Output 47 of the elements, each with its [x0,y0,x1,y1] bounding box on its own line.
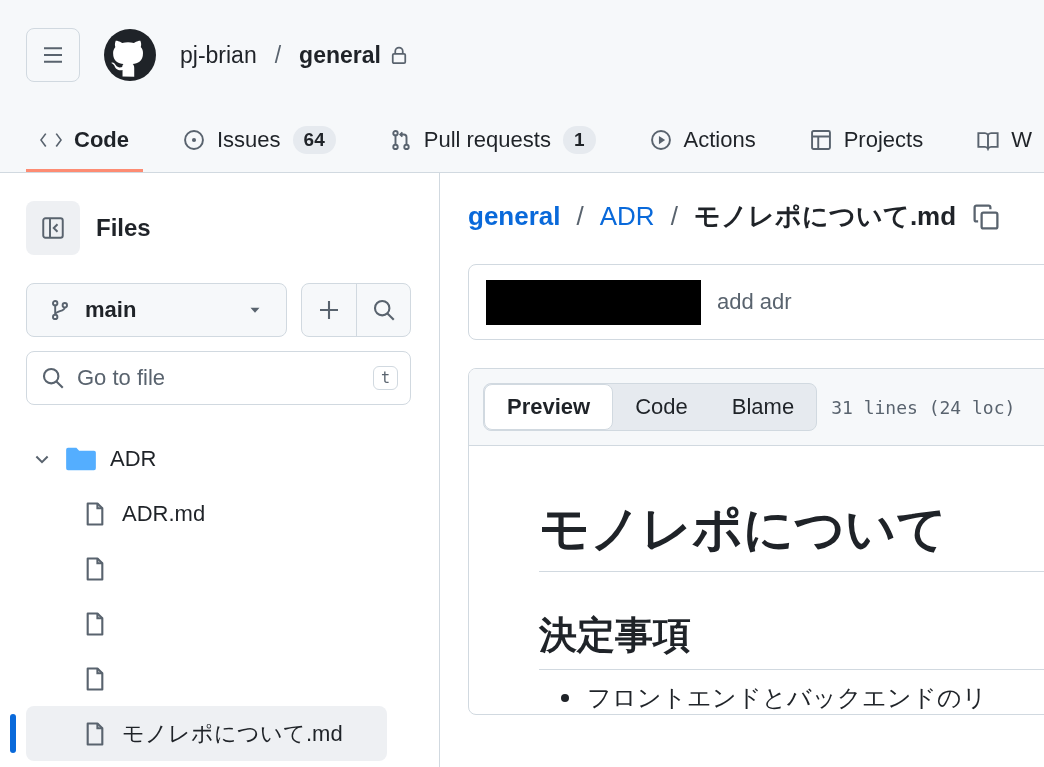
selection-bar [10,714,16,753]
issue-circle-icon [183,128,205,151]
nav-tab[interactable]: Code [26,110,143,172]
menu-button[interactable] [26,28,80,82]
go-to-file-field[interactable]: Go to file t [26,351,411,405]
copy-icon [972,202,1001,231]
line-count: 31 lines (24 loc) [831,396,1016,418]
folder-name[interactable]: ADR [110,445,157,472]
count-badge: 1 [562,125,596,154]
sidebar-icon [41,216,65,240]
breadcrumb-link[interactable]: general [468,201,561,232]
repo-link[interactable]: general [299,41,381,69]
nav-tab[interactable]: W [963,110,1044,172]
nav-tab[interactable]: Projects [795,110,938,172]
heading: モノレポについて [539,500,947,559]
commit-message[interactable]: add adr [717,289,792,315]
octocat-logo-icon[interactable] [104,29,156,81]
path-separator: / [576,201,584,232]
collapse-sidebar-button[interactable] [26,201,80,255]
count-badge: 64 [292,125,336,154]
view-mode-tab[interactable]: Preview [484,384,614,430]
placeholder-text: Go to file [77,365,167,391]
play-icon [649,128,672,151]
branch-icon [49,299,71,321]
search-icon [41,366,65,390]
view-mode-tab[interactable]: Code [613,384,710,430]
table-icon [809,128,832,151]
plus-icon [317,298,341,322]
subheading: 決定事項 [539,613,691,658]
path-separator: / [670,201,678,232]
list-item: フロントエンドとバックエンドのリ [587,683,987,713]
pull-request-icon [389,128,412,151]
branch-selector[interactable]: main [26,283,287,337]
path-separator: / [274,41,282,69]
folder-icon [66,445,96,472]
breadcrumb-link[interactable]: ADR [599,201,655,232]
files-title: Files [96,214,151,242]
shortcut-key: t [372,366,398,390]
search-icon [371,298,396,322]
nav-tab[interactable]: Pull requests 1 [375,110,610,172]
nav-tab[interactable]: Actions [635,110,770,172]
bullet-icon [561,694,569,702]
owner-link[interactable]: pj-brian [180,41,257,69]
tree-item[interactable]: ADR.md [26,486,411,541]
file-name: モノレポについて.md [693,200,957,233]
view-mode-tab[interactable]: Blame [709,384,817,430]
nav-tab[interactable]: Issues 64 [169,110,350,172]
